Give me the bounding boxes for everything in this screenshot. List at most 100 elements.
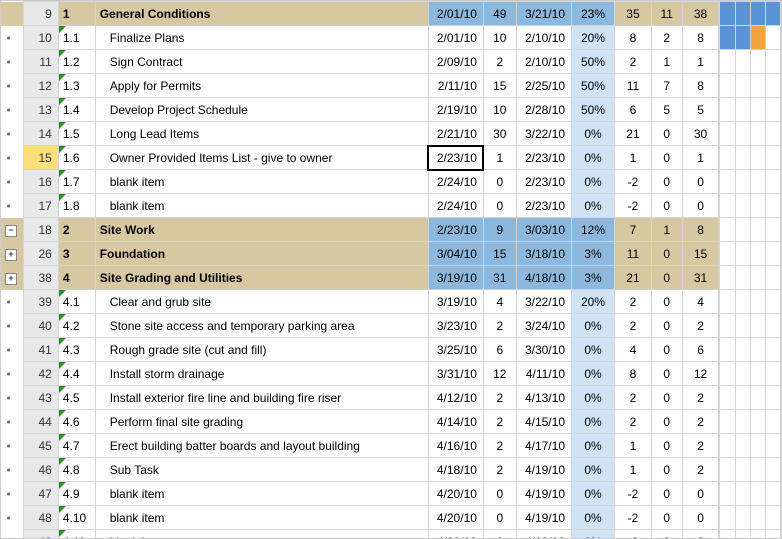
value1-cell[interactable]: 1 [615,434,652,458]
outline-cell[interactable]: + [1,242,24,266]
value3-cell[interactable]: 1 [682,50,719,74]
value3-cell[interactable]: 31 [682,266,719,290]
wbs-cell[interactable]: 4.8 [58,458,95,482]
percent-cell[interactable]: 0% [572,314,615,338]
project-table[interactable]: 91General Conditions2/01/10493/21/1023%3… [1,1,781,539]
end-date-cell[interactable]: 3/22/10 [516,290,571,314]
start-date-cell[interactable]: 3/19/10 [428,266,483,290]
table-row[interactable]: +263Foundation3/04/10153/18/103%11015 [1,242,781,266]
duration-cell[interactable]: 0 [483,194,516,218]
row-number[interactable]: 16 [24,170,59,194]
outline-cell[interactable] [1,314,24,338]
outline-cell[interactable] [1,146,24,170]
start-date-cell[interactable]: 4/12/10 [428,386,483,410]
value3-cell[interactable]: 0 [682,506,719,530]
expand-icon[interactable]: + [5,249,17,261]
table-row[interactable]: 464.8Sub Task4/18/1024/19/100%102 [1,458,781,482]
table-row[interactable]: 141.5Long Lead Items2/21/10303/22/100%21… [1,122,781,146]
value1-cell[interactable]: 6 [615,98,652,122]
value1-cell[interactable]: -2 [615,530,652,539]
outline-cell[interactable] [1,26,24,50]
row-number[interactable]: 9 [24,2,59,26]
duration-cell[interactable]: 9 [483,218,516,242]
end-date-cell[interactable]: 4/17/10 [516,434,571,458]
duration-cell[interactable]: 1 [483,146,516,170]
end-date-cell[interactable]: 4/11/10 [516,362,571,386]
value2-cell[interactable]: 0 [651,362,682,386]
start-date-cell[interactable]: 2/23/10 [428,146,483,170]
task-name-cell[interactable]: Install exterior fire line and building … [95,386,428,410]
row-number[interactable]: 45 [24,434,59,458]
start-date-cell[interactable]: 3/25/10 [428,338,483,362]
row-number[interactable]: 18 [24,218,59,242]
percent-cell[interactable]: 0% [572,482,615,506]
value3-cell[interactable]: 0 [682,482,719,506]
duration-cell[interactable]: 31 [483,266,516,290]
wbs-cell[interactable]: 4.4 [58,362,95,386]
start-date-cell[interactable]: 2/23/10 [428,218,483,242]
start-date-cell[interactable]: 4/20/10 [428,530,483,539]
task-name-cell[interactable]: General Conditions [95,2,428,26]
outline-cell[interactable] [1,530,24,539]
wbs-cell[interactable]: 1 [58,2,95,26]
start-date-cell[interactable]: 4/20/10 [428,482,483,506]
duration-cell[interactable]: 30 [483,122,516,146]
wbs-cell[interactable]: 4.3 [58,338,95,362]
end-date-cell[interactable]: 3/21/10 [516,2,571,26]
outline-cell[interactable] [1,506,24,530]
percent-cell[interactable]: 3% [572,266,615,290]
value1-cell[interactable]: 1 [615,458,652,482]
percent-cell[interactable]: 50% [572,50,615,74]
start-date-cell[interactable]: 2/19/10 [428,98,483,122]
percent-cell[interactable]: 20% [572,290,615,314]
row-number[interactable]: 12 [24,74,59,98]
start-date-cell[interactable]: 2/11/10 [428,74,483,98]
start-date-cell[interactable]: 4/16/10 [428,434,483,458]
wbs-cell[interactable]: 4.9 [58,482,95,506]
table-row[interactable]: 474.9blank item4/20/1004/19/100%-200 [1,482,781,506]
wbs-cell[interactable]: 2 [58,218,95,242]
percent-cell[interactable]: 0% [572,170,615,194]
value2-cell[interactable]: 0 [651,242,682,266]
value3-cell[interactable]: 8 [682,218,719,242]
value1-cell[interactable]: 21 [615,122,652,146]
row-number[interactable]: 46 [24,458,59,482]
wbs-cell[interactable]: 1.4 [58,98,95,122]
end-date-cell[interactable]: 4/19/10 [516,530,571,539]
end-date-cell[interactable]: 4/19/10 [516,482,571,506]
end-date-cell[interactable]: 3/24/10 [516,314,571,338]
start-date-cell[interactable]: 3/31/10 [428,362,483,386]
value3-cell[interactable]: 38 [682,2,719,26]
outline-cell[interactable] [1,194,24,218]
value1-cell[interactable]: 2 [615,314,652,338]
value3-cell[interactable]: 2 [682,410,719,434]
value2-cell[interactable]: 0 [651,194,682,218]
duration-cell[interactable]: 0 [483,506,516,530]
percent-cell[interactable]: 0% [572,458,615,482]
value1-cell[interactable]: 11 [615,242,652,266]
percent-cell[interactable]: 3% [572,242,615,266]
value2-cell[interactable]: 0 [651,482,682,506]
duration-cell[interactable]: 15 [483,74,516,98]
value1-cell[interactable]: -2 [615,506,652,530]
value1-cell[interactable]: 2 [615,410,652,434]
duration-cell[interactable]: 2 [483,50,516,74]
table-row[interactable]: 424.4Install storm drainage3/31/10124/11… [1,362,781,386]
outline-cell[interactable] [1,434,24,458]
duration-cell[interactable]: 2 [483,434,516,458]
task-name-cell[interactable]: blank item [95,194,428,218]
outline-cell[interactable] [1,458,24,482]
value1-cell[interactable]: 2 [615,50,652,74]
task-name-cell[interactable]: Clear and grub site [95,290,428,314]
task-name-cell[interactable]: blank item [95,506,428,530]
percent-cell[interactable]: 12% [572,218,615,242]
end-date-cell[interactable]: 3/03/10 [516,218,571,242]
value1-cell[interactable]: 8 [615,362,652,386]
task-name-cell[interactable]: Apply for Permits [95,74,428,98]
row-number[interactable]: 42 [24,362,59,386]
percent-cell[interactable]: 0% [572,530,615,539]
end-date-cell[interactable]: 2/10/10 [516,50,571,74]
duration-cell[interactable]: 2 [483,314,516,338]
value2-cell[interactable]: 0 [651,410,682,434]
value3-cell[interactable]: 0 [682,194,719,218]
